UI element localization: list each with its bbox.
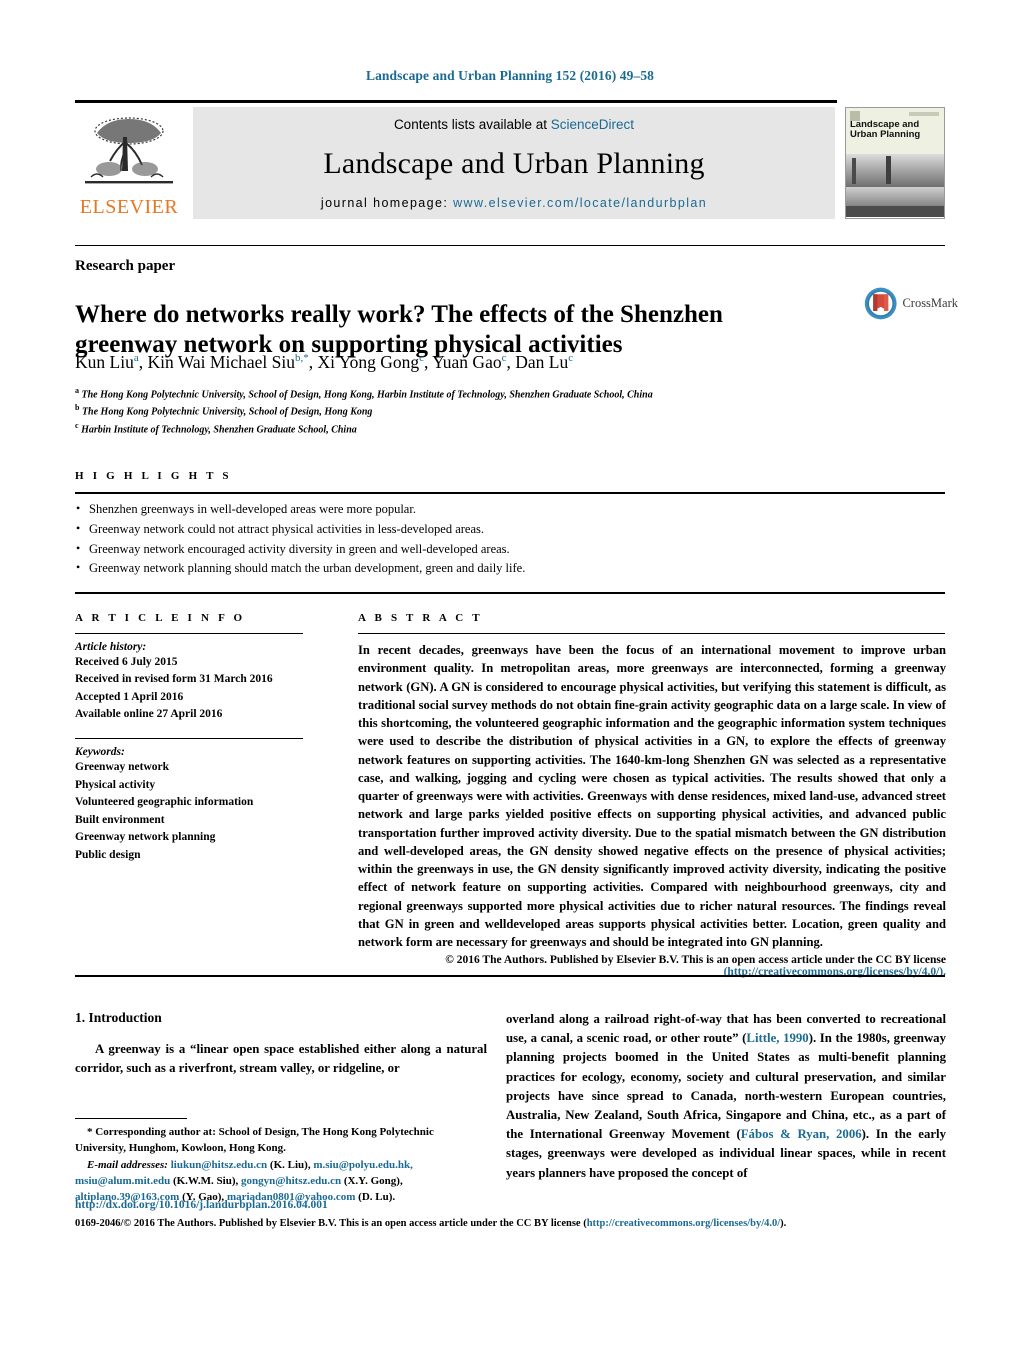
copyright-text: © 2016 The Authors. Published by Elsevie… <box>445 954 946 967</box>
email-owner: (D. Lu). <box>358 1191 396 1204</box>
body-column-right: overland along a railroad right-of-way t… <box>506 1010 946 1183</box>
citation-little-1990[interactable]: Little, 1990 <box>746 1031 808 1045</box>
article-type-label: Research paper <box>75 258 176 274</box>
contents-available-line: Contents lists available at ScienceDirec… <box>193 117 835 132</box>
journal-title: Landscape and Urban Planning <box>323 146 705 180</box>
author-list: Kun Liua, Kin Wai Michael Siub,*, Xi Yon… <box>75 352 574 372</box>
email-label: E-mail addresses: <box>87 1158 168 1171</box>
highlight-item: Greenway network encouraged activity div… <box>75 539 945 560</box>
keyword-item: Built environment <box>75 813 165 826</box>
section-title-introduction: 1. Introduction <box>75 1010 162 1025</box>
affiliation-text-b: The Hong Kong Polytechnic University, Sc… <box>81 406 373 418</box>
elsevier-wordmark: ELSEVIER <box>79 195 179 218</box>
abstract-heading: A B S T R A C T <box>358 612 483 624</box>
article-history-label: Article history: <box>75 641 147 653</box>
keyword-item: Public design <box>75 848 141 861</box>
article-history-item: Received in revised form 31 March 2016 <box>75 673 273 686</box>
masthead-center-panel: Contents lists available at ScienceDirec… <box>193 106 835 219</box>
elsevier-tree-icon <box>85 116 173 183</box>
email-owner: (X.Y. Gong), <box>343 1174 403 1187</box>
cover-logo-mark <box>850 110 860 121</box>
crossmark-icon <box>864 287 897 320</box>
intro-paragraph-left: A greenway is a “linear open space estab… <box>75 1042 487 1076</box>
contents-prefix: Contents lists available at <box>393 116 551 132</box>
cover-photo-trees <box>846 153 944 187</box>
journal-cover-thumbnail: Landscape and Urban Planning <box>845 106 945 219</box>
cover-top-band: Landscape and Urban Planning <box>846 107 944 154</box>
cover-photo-path <box>846 186 944 217</box>
journal-homepage-link[interactable]: www.elsevier.com/locate/landurbplan <box>453 196 707 210</box>
title-top-rule <box>75 245 945 246</box>
article-info-heading: A R T I C L E I N F O <box>75 612 246 624</box>
affiliation-a: a The Hong Kong Polytechnic University, … <box>75 385 855 402</box>
highlights-top-rule <box>75 492 945 494</box>
abstract-body: In recent decades, greenways have been t… <box>358 641 946 978</box>
sciencedirect-link[interactable]: ScienceDirect <box>551 117 634 132</box>
intro-text-part2: ). In the 1980s, greenway planning proje… <box>506 1031 946 1142</box>
footer-license-link[interactable]: http://creativecommons.org/licenses/by/4… <box>587 1218 780 1229</box>
crossmark-label: CrossMark <box>902 296 958 310</box>
elsevier-logo: ELSEVIER <box>75 107 183 219</box>
doi-link[interactable]: http://dx.doi.org/10.1016/j.landurbplan.… <box>75 1199 328 1211</box>
highlight-item: Shenzhen greenways in well-developed are… <box>75 499 945 520</box>
email-owner: (K.W.M. Siu), <box>172 1174 239 1187</box>
footnote-rule <box>75 1118 187 1119</box>
highlight-item: Greenway network planning should match t… <box>75 558 945 579</box>
journal-homepage-line: journal homepage: www.elsevier.com/locat… <box>193 196 835 210</box>
keywords-label: Keywords: <box>75 746 125 759</box>
email-link[interactable]: msiu@alum.mit.edu <box>75 1175 170 1187</box>
affiliation-marker-a: a <box>75 386 79 395</box>
email-link[interactable]: m.siu@polyu.edu.hk, <box>313 1159 413 1171</box>
footer-license-tail: ). <box>780 1218 787 1229</box>
masthead-top-rule <box>75 100 837 103</box>
email-link[interactable]: gongyn@hitsz.edu.cn <box>241 1175 341 1187</box>
footnote-block: * Corresponding author at: School of Des… <box>75 1124 487 1205</box>
affiliation-c: c Harbin Institute of Technology, Shenzh… <box>75 420 855 437</box>
affiliation-marker-c: c <box>75 420 79 430</box>
journal-masthead: ELSEVIER Contents lists available at Sci… <box>75 100 945 219</box>
article-info-column: Article history: Received 6 July 2015 Re… <box>75 641 315 864</box>
keyword-item: Greenway network <box>75 761 170 774</box>
email-owner: (K. Liu), <box>269 1158 311 1171</box>
footer-copyright: 0169-2046/© 2016 The Authors. Published … <box>75 1218 965 1229</box>
highlights-bottom-rule <box>75 592 945 594</box>
running-head: Landscape and Urban Planning 152 (2016) … <box>365 68 655 83</box>
corresponding-author-note: * Corresponding author at: School of Des… <box>75 1126 434 1155</box>
article-history-item: Received 6 July 2015 <box>75 656 178 668</box>
article-info-rule <box>75 633 303 635</box>
keyword-item: Physical activity <box>75 778 156 791</box>
email-link[interactable]: liukun@hitsz.edu.cn <box>171 1159 267 1171</box>
cover-barcode-mark <box>909 111 939 116</box>
article-first-page: Landscape and Urban Planning 152 (2016) … <box>0 0 1020 1351</box>
highlight-item: Greenway network could not attract physi… <box>75 519 945 540</box>
affiliation-b: b The Hong Kong Polytechnic University, … <box>75 402 855 419</box>
homepage-prefix: journal homepage: <box>320 195 454 210</box>
email-addresses-line: E-mail addresses: liukun@hitsz.edu.cn (K… <box>75 1157 487 1206</box>
highlights-list: Shenzhen greenways in well-developed are… <box>75 499 945 579</box>
abstract-text: In recent decades, greenways have been t… <box>358 643 946 949</box>
affiliation-list: a The Hong Kong Polytechnic University, … <box>75 385 855 437</box>
footer-issn-copyright: 0169-2046/© 2016 The Authors. Published … <box>75 1218 587 1229</box>
cover-journal-title: Landscape and Urban Planning <box>850 118 921 141</box>
affiliation-text-c: Harbin Institute of Technology, Shenzhen… <box>81 423 357 435</box>
keyword-item: Volunteered geographic information <box>75 796 254 809</box>
article-history-item: Available online 27 April 2016 <box>75 708 223 721</box>
keyword-item: Greenway network planning <box>75 831 216 844</box>
affiliation-marker-b: b <box>75 403 80 413</box>
body-column-left: 1. Introduction A greenway is a “linear … <box>75 1010 487 1078</box>
crossmark-badge[interactable]: CrossMark <box>864 285 958 322</box>
abstract-rule <box>358 633 945 635</box>
citation-fabos-ryan-2006[interactable]: Fábos & Ryan, 2006 <box>741 1127 862 1141</box>
intro-paragraph-right: overland along a railroad right-of-way t… <box>506 1010 946 1183</box>
highlights-heading: H I G H L I G H T S <box>75 470 232 482</box>
abstract-bottom-rule <box>75 975 945 977</box>
article-history-item: Accepted 1 April 2016 <box>75 690 184 703</box>
keywords-rule <box>75 737 303 740</box>
affiliation-text-a: The Hong Kong Polytechnic University, Sc… <box>81 389 653 401</box>
